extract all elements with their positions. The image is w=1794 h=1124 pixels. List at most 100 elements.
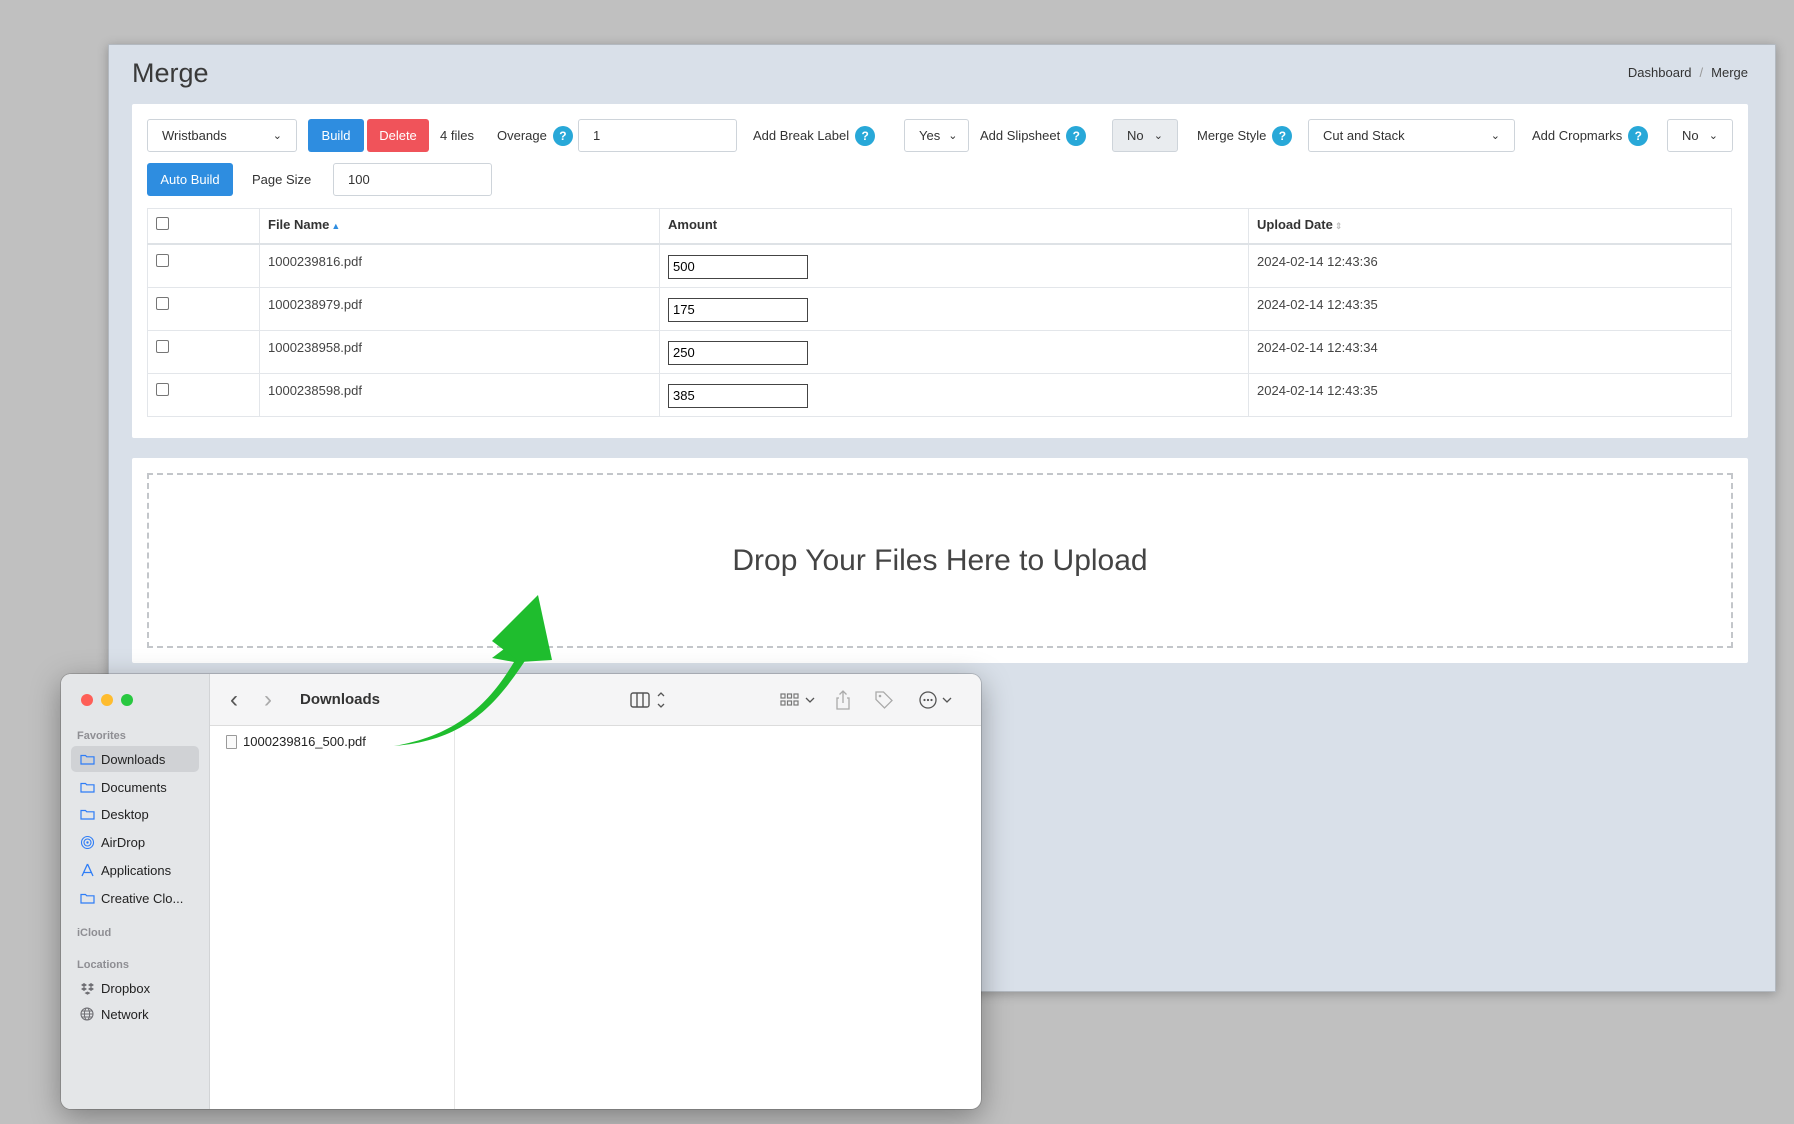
row-checkbox[interactable] <box>156 382 169 396</box>
amount-cell: 250 <box>659 329 1249 374</box>
group-icon[interactable] <box>780 688 816 712</box>
finder-title: Downloads <box>300 691 381 708</box>
file-dropzone[interactable]: Drop Your Files Here to Upload <box>147 473 1733 648</box>
share-icon[interactable] <box>834 688 852 712</box>
amount-input[interactable]: 250 <box>668 340 808 365</box>
table-header-row: File Name ▲ Amount Upload Date ⇕ <box>147 208 1732 245</box>
dropbox-icon <box>79 981 95 995</box>
break-label-select-value: Yes <box>919 128 941 143</box>
breadcrumb-dashboard-link[interactable]: Dashboard <box>1628 65 1692 80</box>
slipsheet-label-text: Add Slipsheet <box>980 128 1061 143</box>
table-row: 1000238598.pdf 385 2024-02-14 12:43:35 <box>147 372 1732 417</box>
more-actions-icon[interactable] <box>918 688 954 712</box>
finder-toolbar: ‹ › Downloads <box>210 674 981 726</box>
template-select[interactable]: Wristbands ⌄ <box>147 119 297 152</box>
upload-date-cell: 2024-02-14 12:43:35 <box>1248 286 1732 331</box>
globe-icon <box>79 1007 95 1021</box>
row-select-cell <box>147 329 260 374</box>
sidebar-item-dropbox[interactable]: Dropbox <box>71 975 199 1001</box>
sidebar-item-documents[interactable]: Documents <box>71 774 199 800</box>
row-checkbox[interactable] <box>156 339 169 353</box>
upload-date-cell: 2024-02-14 12:43:35 <box>1248 372 1732 417</box>
row-checkbox[interactable] <box>156 253 169 267</box>
sidebar-favorites-header: Favorites <box>77 730 126 742</box>
delete-button[interactable]: Delete <box>367 119 429 152</box>
files-table: File Name ▲ Amount Upload Date ⇕ 100023981… <box>147 208 1732 417</box>
sidebar-item-applications[interactable]: Applications <box>71 857 199 883</box>
break-label-label: Add Break Label ? <box>753 119 876 152</box>
column-view-icon[interactable] <box>630 688 666 712</box>
sort-icon: ⇕ <box>1334 221 1343 231</box>
sidebar-item-network[interactable]: Network <box>71 1001 199 1027</box>
amount-cell: 385 <box>659 372 1249 417</box>
select-all-checkbox[interactable] <box>156 217 169 230</box>
cropmarks-label: Add Cropmarks ? <box>1532 119 1649 152</box>
sidebar-item-creative-cloud[interactable]: Creative Clo... <box>71 885 199 911</box>
page-size-label: Page Size <box>252 172 312 187</box>
file-name-cell: 1000238598.pdf <box>259 372 660 417</box>
slipsheet-select-value: No <box>1127 128 1144 143</box>
chevron-down-icon: ⌄ <box>1490 130 1500 142</box>
cropmarks-select-value: No <box>1682 128 1699 143</box>
break-label-select[interactable]: Yes ⌄ <box>904 119 969 152</box>
amount-input[interactable]: 385 <box>668 383 808 408</box>
overage-input[interactable]: 1 <box>578 119 737 152</box>
page-title: Merge <box>132 58 209 88</box>
file-item[interactable]: 1000239816_500.pdf <box>226 734 366 749</box>
slipsheet-select[interactable]: No ⌄ <box>1112 119 1178 152</box>
close-window-icon[interactable] <box>81 694 93 706</box>
breadcrumb-separator: / <box>1699 65 1704 80</box>
merge-style-select[interactable]: Cut and Stack ⌄ <box>1308 119 1515 152</box>
overage-label: Overage ? <box>497 119 573 152</box>
folder-icon <box>79 780 95 794</box>
help-icon[interactable]: ? <box>1272 125 1293 146</box>
folder-icon <box>79 891 95 905</box>
row-select-cell <box>147 372 260 417</box>
merge-style-label-text: Merge Style <box>1197 128 1267 143</box>
finder-sidebar: Favorites Downloads Documents Desktop Ai… <box>61 674 210 1109</box>
window-controls <box>81 694 133 706</box>
table-row: 1000238979.pdf 175 2024-02-14 12:43:35 <box>147 286 1732 331</box>
row-select-cell <box>147 243 260 288</box>
help-icon[interactable]: ? <box>1628 125 1649 146</box>
forward-icon[interactable]: › <box>264 686 272 713</box>
chevron-down-icon: ⌄ <box>272 130 282 142</box>
merge-style-label: Merge Style ? <box>1197 119 1293 152</box>
chevron-down-icon: ⌄ <box>1153 130 1163 142</box>
sort-asc-icon: ▲ <box>331 221 341 231</box>
help-icon[interactable]: ? <box>552 125 573 146</box>
file-name-cell: 1000239816.pdf <box>259 243 660 288</box>
tag-icon[interactable] <box>874 688 894 712</box>
applications-icon <box>79 863 95 877</box>
breadcrumb-current: Merge <box>1711 65 1748 80</box>
amount-input[interactable]: 500 <box>668 254 808 279</box>
column-file-name[interactable]: File Name ▲ <box>259 208 660 245</box>
minimize-window-icon[interactable] <box>101 694 113 706</box>
help-icon[interactable]: ? <box>855 125 876 146</box>
auto-build-button[interactable]: Auto Build <box>147 163 233 196</box>
zoom-window-icon[interactable] <box>121 694 133 706</box>
amount-input[interactable]: 175 <box>668 297 808 322</box>
upload-date-cell: 2024-02-14 12:43:36 <box>1248 243 1732 288</box>
finder-file-column: 1000239816_500.pdf <box>210 726 455 1109</box>
page-size-input[interactable]: 100 <box>333 163 492 196</box>
sidebar-item-downloads[interactable]: Downloads <box>71 746 199 772</box>
cropmarks-label-text: Add Cropmarks <box>1532 128 1623 143</box>
overage-label-text: Overage <box>497 128 547 143</box>
finder-window: Favorites Downloads Documents Desktop Ai… <box>61 674 981 1109</box>
sidebar-item-airdrop[interactable]: AirDrop <box>71 829 199 855</box>
file-count: 4 files <box>440 128 474 143</box>
cropmarks-select[interactable]: No ⌄ <box>1667 119 1733 152</box>
build-button[interactable]: Build <box>308 119 364 152</box>
template-select-value: Wristbands <box>162 128 227 143</box>
select-all-cell <box>147 208 260 245</box>
airdrop-icon <box>79 835 95 849</box>
column-upload-date[interactable]: Upload Date ⇕ <box>1248 208 1732 245</box>
column-amount: Amount <box>659 208 1249 245</box>
back-icon[interactable]: ‹ <box>230 686 238 713</box>
help-icon[interactable]: ? <box>1066 125 1087 146</box>
sidebar-item-desktop[interactable]: Desktop <box>71 801 199 827</box>
folder-icon <box>79 807 95 821</box>
break-label-text: Add Break Label <box>753 128 850 143</box>
row-checkbox[interactable] <box>156 296 169 310</box>
